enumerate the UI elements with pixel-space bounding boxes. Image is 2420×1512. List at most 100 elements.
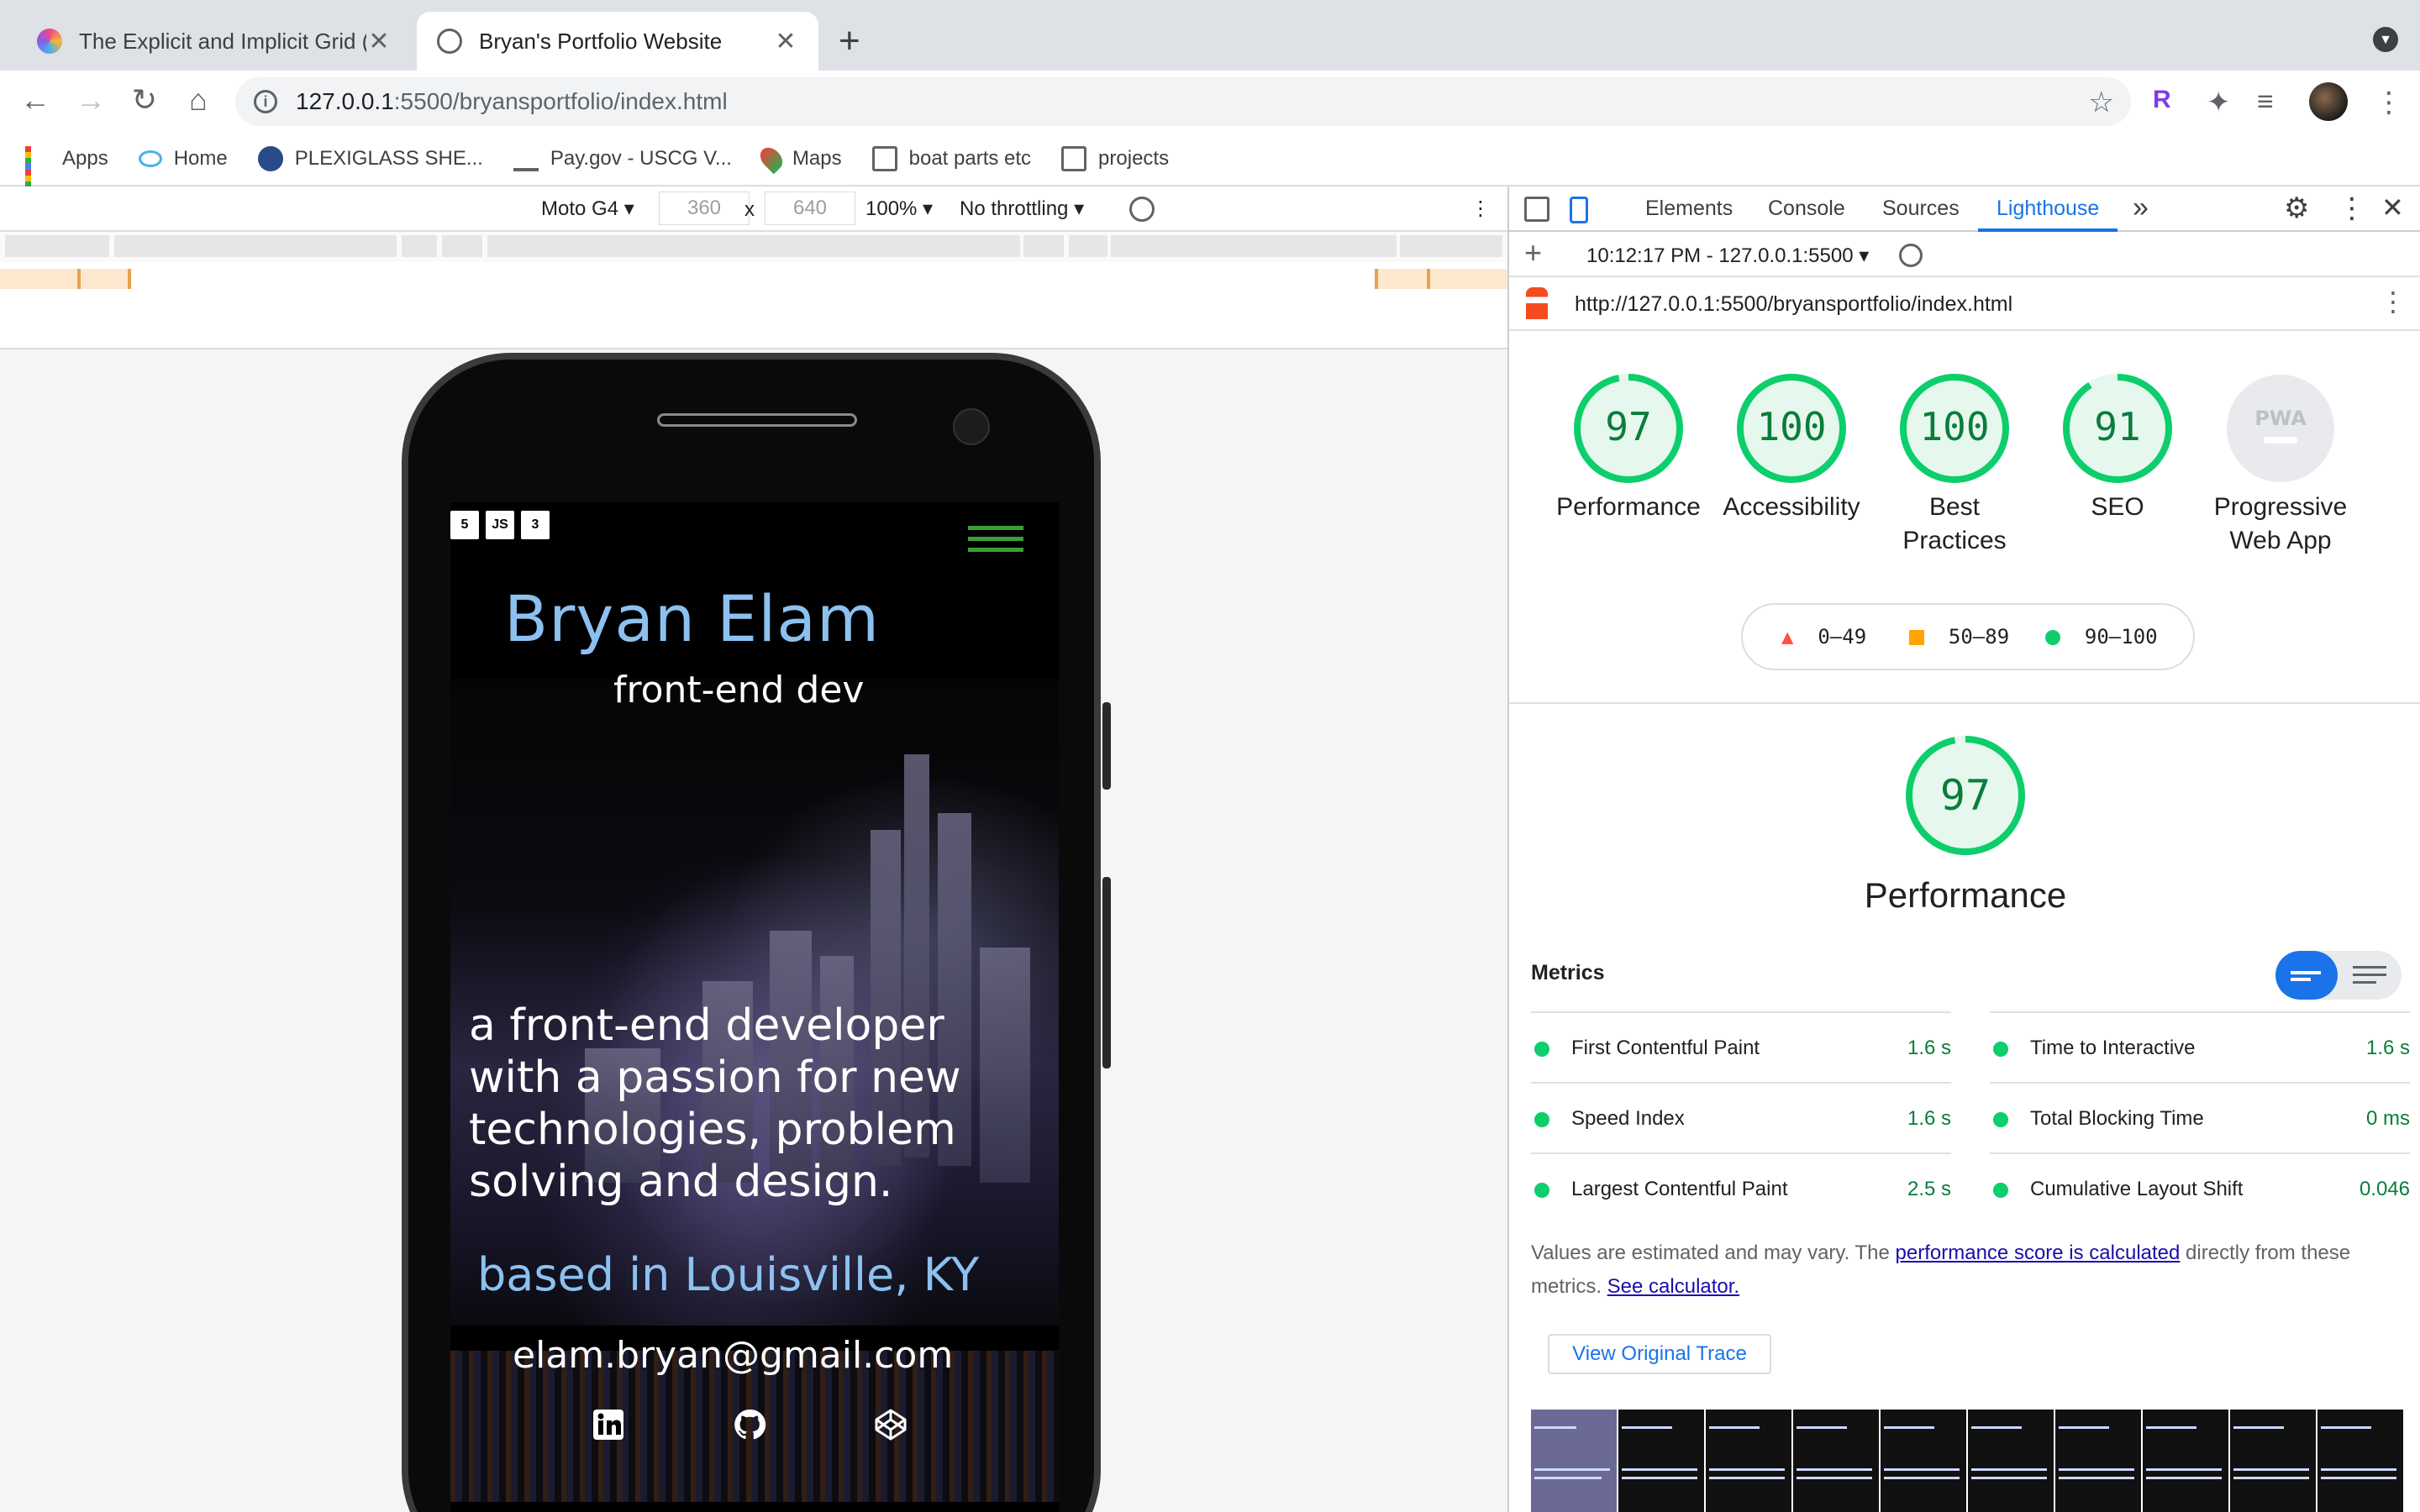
more-tabs-icon[interactable]: » [2133,192,2149,224]
gauge-progressive-web-app[interactable]: PWA Progressive Web App [2198,373,2363,558]
report-select[interactable]: 10:12:17 PM - 127.0.0.1:5500 ▾ [1586,244,1869,268]
metric-row[interactable]: Cumulative Layout Shift 0.046 [1990,1152,2410,1223]
metric-value: 1.6 s [1907,1037,1951,1059]
tab-search-icon[interactable]: ▼ [2373,27,2398,52]
bookmark-folder-boat[interactable]: boat parts etc [871,146,1031,171]
gauge-accessibility[interactable]: 100 Accessibility [1709,373,1874,524]
rotate-icon[interactable] [1129,197,1155,222]
tab-console[interactable]: Console [1768,197,1845,221]
tab-sources[interactable]: Sources [1882,197,1960,221]
device-options-icon[interactable]: ⋮ [1470,197,1491,221]
bookmark-star-icon[interactable]: ☆ [2089,86,2114,119]
linkedin-icon[interactable] [592,1408,625,1441]
extension-r-icon[interactable]: R [2153,86,2171,114]
extensions-puzzle-icon[interactable]: ✦ [2207,86,2231,119]
metric-row[interactable]: Largest Contentful Paint 2.5 s [1531,1152,1951,1223]
tab-elements[interactable]: Elements [1645,197,1733,221]
metric-row[interactable]: Speed Index 1.6 s [1531,1082,1951,1152]
device-select[interactable]: Moto G4 ▾ [541,197,634,221]
browser-menu-icon[interactable]: ⋮ [2375,86,2403,119]
metric-name: Time to Interactive [2030,1037,2196,1059]
height-input[interactable]: 640 [765,192,855,225]
gauge-ring: 100 [1900,374,2009,483]
bookmark-plexiglass[interactable]: PLEXIGLASS SHE... [257,146,483,171]
bookmark-label: PLEXIGLASS SHE... [294,147,483,170]
site-info-icon[interactable]: i [254,90,277,113]
home-eye-icon [138,150,162,167]
folder-icon [871,146,897,171]
metric-name: Speed Index [1571,1107,1685,1130]
bookmark-paygov[interactable]: Pay.gov - USCG V... [513,146,732,171]
gauge-ring: PWA [2227,375,2334,482]
profile-avatar[interactable] [2309,82,2348,121]
metric-row[interactable]: Time to Interactive 1.6 s [1990,1011,2410,1082]
score-calc-link[interactable]: performance score is calculated [1896,1242,2181,1264]
html5-icon: 5 [450,511,479,539]
clear-reports-icon[interactable] [1899,244,1923,267]
bookmark-folder-projects[interactable]: projects [1061,146,1169,171]
tab-lighthouse[interactable]: Lighthouse [1996,197,2099,221]
globe-icon [437,29,462,54]
filmstrip [1531,1410,2403,1512]
devtools-menu-icon[interactable]: ⋮ [2338,192,2366,225]
device-toolbar-toggle-icon[interactable] [1570,197,1588,223]
close-tab-icon[interactable]: ✕ [773,27,798,56]
filmstrip-frame [1531,1410,1617,1512]
portfolio-location: based in Louisville, KY [477,1248,980,1301]
filmstrip-frame [2143,1410,2228,1512]
expanded-view-icon[interactable] [2353,966,2386,969]
github-icon[interactable] [733,1408,766,1441]
codepen-icon[interactable] [874,1408,908,1441]
address-bar[interactable]: i 127.0.0.1:5500/bryansportfolio/index.h… [235,77,2131,126]
inspect-element-icon[interactable] [1524,197,1549,222]
gauge-label: Progressive Web App [2213,493,2348,554]
filmstrip-frame [2055,1410,2141,1512]
bookmark-label: Apps [62,147,108,170]
report-url-bar: http://127.0.0.1:5500/bryansportfolio/in… [1509,277,2420,331]
compact-view-icon[interactable] [2275,951,2338,1000]
gauge-score: 100 [1919,404,1989,449]
zoom-select[interactable]: 100% ▾ [865,197,933,221]
bookmark-label: Pay.gov - USCG V... [550,147,732,170]
filmstrip-frame [1793,1410,1879,1512]
settings-gear-icon[interactable]: ⚙ [2284,192,2309,225]
bookmark-maps[interactable]: Maps [755,143,842,175]
gauge-performance[interactable]: 97 Performance [1546,373,1711,524]
pass-dot-icon [1534,1183,1549,1198]
css3-icon: 3 [521,511,550,539]
javascript-icon: JS [486,511,514,539]
close-tab-icon[interactable]: ✕ [366,27,392,56]
throttling-select[interactable]: No throttling ▾ [960,197,1084,221]
bookmark-home[interactable]: Home [138,147,228,171]
metric-row[interactable]: Total Blocking Time 0 ms [1990,1082,2410,1152]
bookmark-apps[interactable]: Apps [25,146,108,199]
performance-gauge-ring: 97 [1906,736,2025,855]
new-report-icon[interactable]: + [1524,235,1542,270]
new-tab-button[interactable]: + [839,20,860,62]
metric-row[interactable]: First Contentful Paint 1.6 s [1531,1011,1951,1082]
tab-portfolio[interactable]: Bryan's Portfolio Website ✕ [417,12,818,71]
close-devtools-icon[interactable]: ✕ [2381,192,2404,223]
hamburger-menu-icon[interactable] [968,526,1023,559]
calculator-link[interactable]: See calculator. [1607,1275,1739,1298]
portfolio-email[interactable]: elam.bryan@gmail.com [513,1334,953,1377]
report-menu-icon[interactable]: ⋮ [2380,286,2407,318]
gauge-best-practices[interactable]: 100 Best Practices [1872,373,2037,558]
width-input[interactable]: 360 [659,192,750,225]
view-trace-button[interactable]: View Original Trace [1548,1334,1771,1374]
metrics-view-toggle[interactable] [2275,951,2402,1000]
gauge-seo[interactable]: 91 SEO [2035,373,2200,524]
home-icon[interactable]: ⌂ [180,82,217,118]
portfolio-name: Bryan Elam [504,581,880,656]
metric-value: 2.5 s [1907,1178,1951,1200]
forward-icon[interactable]: → [72,82,109,118]
bookmark-label: Maps [792,147,842,170]
phone-camera [953,408,990,445]
bookmark-label: Home [173,147,228,170]
back-icon[interactable]: ← [17,82,54,118]
filmstrip-frame [2317,1410,2403,1512]
metric-name: First Contentful Paint [1571,1037,1760,1059]
reload-icon[interactable]: ↻ [126,82,163,118]
media-queue-icon[interactable]: ≡ [2257,86,2274,118]
tab-grid-article[interactable]: The Explicit and Implicit Grid (I ✕ [17,12,412,71]
